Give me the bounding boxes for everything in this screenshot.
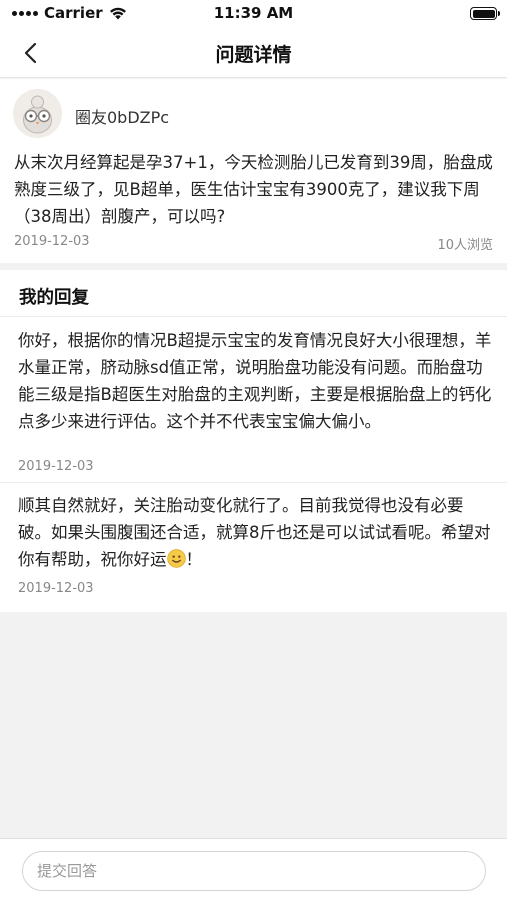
replies-section: 我的回复 你好，根据你的情况B超提示宝宝的发育情况良好大小很理想，羊水量正常，脐…	[0, 270, 507, 612]
username[interactable]: 圈友0bDZPc	[75, 104, 169, 128]
status-bar: Carrier 11:39 AM	[0, 0, 507, 27]
reply-text-suffix: ！	[185, 550, 203, 569]
bottom-bar	[0, 838, 507, 900]
section-title: 我的回复	[19, 288, 89, 308]
owl-avatar-icon	[13, 89, 62, 138]
question-text: 从末次月经算起是孕37+1，今天检测胎儿已发育到39周，胎盘成熟度三级了，见B超…	[14, 153, 493, 226]
reply-item: 你好，根据你的情况B超提示宝宝的发育情况良好大小很理想，羊水量正常，脐动脉sd值…	[0, 327, 507, 483]
reply-text: 你好，根据你的情况B超提示宝宝的发育情况良好大小很理想，羊水量正常，脐动脉sd值…	[18, 331, 492, 431]
divider	[0, 482, 507, 483]
reply-text: 顺其自然就好，关注胎动变化就行了。目前我觉得也没有必要破。如果头围腹围还合适，就…	[18, 496, 491, 569]
question-date: 2019-12-03	[14, 234, 90, 249]
divider	[0, 316, 507, 317]
smiley-emoji-icon	[166, 549, 186, 568]
status-time: 11:39 AM	[213, 4, 294, 22]
reply-date: 2019-12-03	[18, 581, 94, 596]
page-title: 问题详情	[215, 44, 292, 66]
avatar[interactable]	[13, 89, 62, 138]
question-card: 圈友0bDZPc 从末次月经算起是孕37+1，今天检测胎儿已发育到39周，胎盘成…	[0, 79, 507, 263]
battery-icon	[470, 7, 500, 20]
reply-text-container: 顺其自然就好，关注胎动变化就行了。目前我觉得也没有必要破。如果头围腹围还合适，就…	[18, 492, 496, 573]
view-count: 10人浏览	[437, 238, 493, 253]
reply-date: 2019-12-03	[18, 459, 94, 474]
answer-input[interactable]	[22, 851, 486, 891]
navigation-bar: 问题详情	[0, 27, 507, 78]
reply-item: 顺其自然就好，关注胎动变化就行了。目前我觉得也没有必要破。如果头围腹围还合适，就…	[0, 492, 507, 602]
